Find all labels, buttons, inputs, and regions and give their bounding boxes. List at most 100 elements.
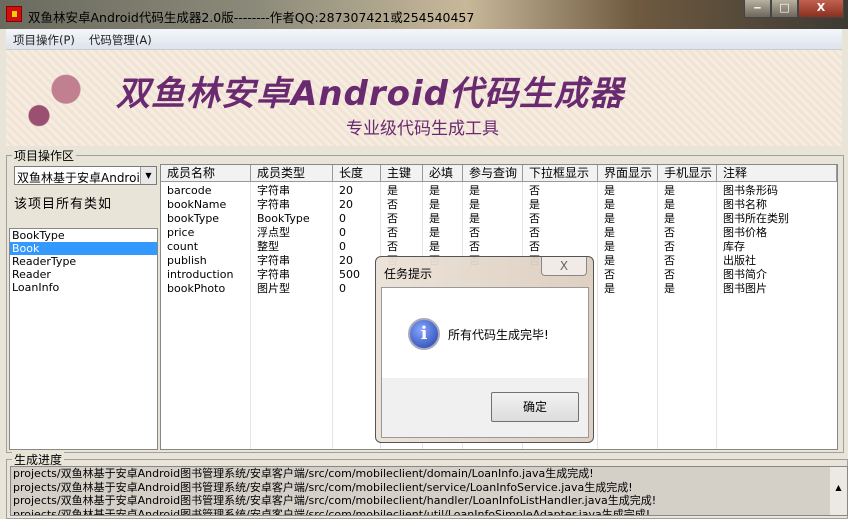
table-row[interactable]: count 整型 0 否 是 否 否 是 否 库存 (161, 240, 837, 254)
table-cell: 否 (387, 212, 398, 225)
table-cell: introduction (167, 268, 234, 281)
column-header[interactable]: 下拉框显示 (523, 165, 598, 182)
column-header[interactable]: 主键 (381, 165, 423, 182)
log-line: projects/双鱼林基于安卓Android图书管理系统/安卓客户端/src/… (13, 507, 651, 516)
flower-decoration (12, 54, 102, 142)
maximize-button[interactable]: □ (771, 0, 798, 18)
table-cell: 是 (529, 198, 540, 211)
table-cell: bookPhoto (167, 282, 226, 295)
log-line: projects/双鱼林基于安卓Android图书管理系统/安卓客户端/src/… (13, 494, 657, 507)
minimize-button[interactable]: ‒ (744, 0, 771, 18)
table-cell: 否 (387, 240, 398, 253)
window-title: 双鱼林安卓Android代码生成器2.0版--------作者QQ:287307… (28, 10, 475, 25)
table-cell: 否 (664, 254, 675, 267)
table-cell: 是 (604, 184, 615, 197)
close-button[interactable]: X (798, 0, 844, 18)
table-cell: 字符串 (257, 198, 290, 211)
table-cell: 是 (604, 226, 615, 239)
table-cell: 20 (339, 198, 353, 211)
banner: 双鱼林安卓Android代码生成器 专业级代码生成工具 (6, 50, 842, 146)
table-cell: 字符串 (257, 184, 290, 197)
table-cell: 是 (604, 254, 615, 267)
table-cell: 否 (529, 226, 540, 239)
table-cell: BookType (257, 212, 310, 225)
classes-label: 该项目所有类如 (14, 197, 113, 212)
column-header[interactable]: 成员类型 (251, 165, 333, 182)
table-cell: 否 (664, 240, 675, 253)
table-cell: 是 (604, 282, 615, 295)
table-cell: 否 (664, 268, 675, 281)
table-cell: 是 (469, 198, 480, 211)
table-cell: 是 (604, 212, 615, 225)
table-cell: 是 (429, 198, 440, 211)
table-cell: 否 (664, 226, 675, 239)
project-combo-value: 双鱼林基于安卓Android (17, 171, 148, 185)
project-group-label: 项目操作区 (12, 147, 77, 164)
table-cell: 否 (469, 226, 480, 239)
table-cell: 否 (529, 240, 540, 253)
table-cell: 是 (429, 240, 440, 253)
table-cell: price (167, 226, 195, 239)
class-list-item[interactable]: ReaderType (10, 255, 157, 268)
table-cell: 20 (339, 184, 353, 197)
banner-subtitle: 专业级代码生成工具 (346, 119, 499, 139)
task-dialog: 任务提示 X i 所有代码生成完毕! 确定 (375, 256, 594, 443)
scroll-up-icon[interactable]: ▲ (830, 483, 847, 492)
table-cell: 图书条形码 (723, 184, 778, 197)
table-cell: publish (167, 254, 207, 267)
table-row[interactable]: price 浮点型 0 否 是 否 否 是 否 图书价格 (161, 226, 837, 240)
table-row[interactable]: bookName 字符串 20 否 是 是 是 是 是 图书名称 (161, 198, 837, 212)
table-cell: 否 (529, 212, 540, 225)
table-cell: 否 (529, 184, 540, 197)
ok-button[interactable]: 确定 (491, 392, 579, 422)
table-row[interactable]: bookType BookType 0 否 是 是 否 是 是 图书所在类别 (161, 212, 837, 226)
table-cell: 0 (339, 212, 346, 225)
table-cell: 是 (387, 184, 398, 197)
class-list-item[interactable]: Reader (10, 268, 157, 281)
class-list-item[interactable]: Book (10, 242, 157, 255)
table-header: 成员名称 成员类型 长度 主键 必填 参与查询 下拉框显示 界面显示 手机显示 注释 (161, 165, 837, 182)
table-cell: 是 (469, 184, 480, 197)
column-header[interactable]: 长度 (333, 165, 381, 182)
table-cell: 是 (429, 184, 440, 197)
table-cell: 图书名称 (723, 198, 767, 211)
column-header[interactable]: 必填 (423, 165, 463, 182)
table-cell: bookName (167, 198, 227, 211)
column-header[interactable]: 界面显示 (598, 165, 658, 182)
table-cell: 是 (664, 212, 675, 225)
dialog-message: 所有代码生成完毕! (448, 328, 549, 342)
table-cell: 是 (604, 198, 615, 211)
class-list-item[interactable]: LoanInfo (10, 281, 157, 294)
dialog-title: 任务提示 (384, 267, 433, 281)
column-header[interactable]: 成员名称 (161, 165, 251, 182)
table-cell: 0 (339, 282, 346, 295)
table-cell: 是 (664, 184, 675, 197)
table-cell: 否 (387, 198, 398, 211)
table-cell: bookType (167, 212, 220, 225)
table-cell: 图片型 (257, 282, 290, 295)
column-header[interactable]: 参与查询 (463, 165, 523, 182)
progress-log[interactable]: projects/双鱼林基于安卓Android图书管理系统/安卓客户端/src/… (10, 466, 848, 516)
table-cell: 库存 (723, 240, 745, 253)
class-list[interactable]: BookType Book ReaderType Reader LoanInfo (9, 228, 158, 450)
title-bar: 双鱼林安卓Android代码生成器2.0版--------作者QQ:287307… (0, 0, 848, 29)
menu-bar: 项目操作(P) 代码管理(A) (6, 29, 842, 50)
table-cell: 图书简介 (723, 268, 767, 281)
column-header[interactable]: 手机显示 (658, 165, 717, 182)
app-icon (6, 6, 22, 22)
table-cell: 否 (387, 226, 398, 239)
table-cell: 是 (429, 212, 440, 225)
log-scrollbar[interactable]: ▲ (830, 467, 847, 515)
table-cell: 否 (604, 268, 615, 281)
table-cell: 是 (429, 226, 440, 239)
menu-project[interactable]: 项目操作(P) (6, 29, 82, 49)
column-header[interactable]: 注释 (717, 165, 837, 182)
table-cell: 0 (339, 240, 346, 253)
dialog-close-button[interactable]: X (541, 257, 587, 276)
project-combo[interactable]: 双鱼林基于安卓Android ▼ (14, 166, 157, 185)
info-icon: i (408, 318, 440, 350)
chevron-down-icon[interactable]: ▼ (140, 167, 156, 184)
menu-code[interactable]: 代码管理(A) (82, 29, 159, 49)
class-list-item[interactable]: BookType (10, 229, 157, 242)
table-row[interactable]: barcode 字符串 20 是 是 是 否 是 是 图书条形码 (161, 184, 837, 198)
